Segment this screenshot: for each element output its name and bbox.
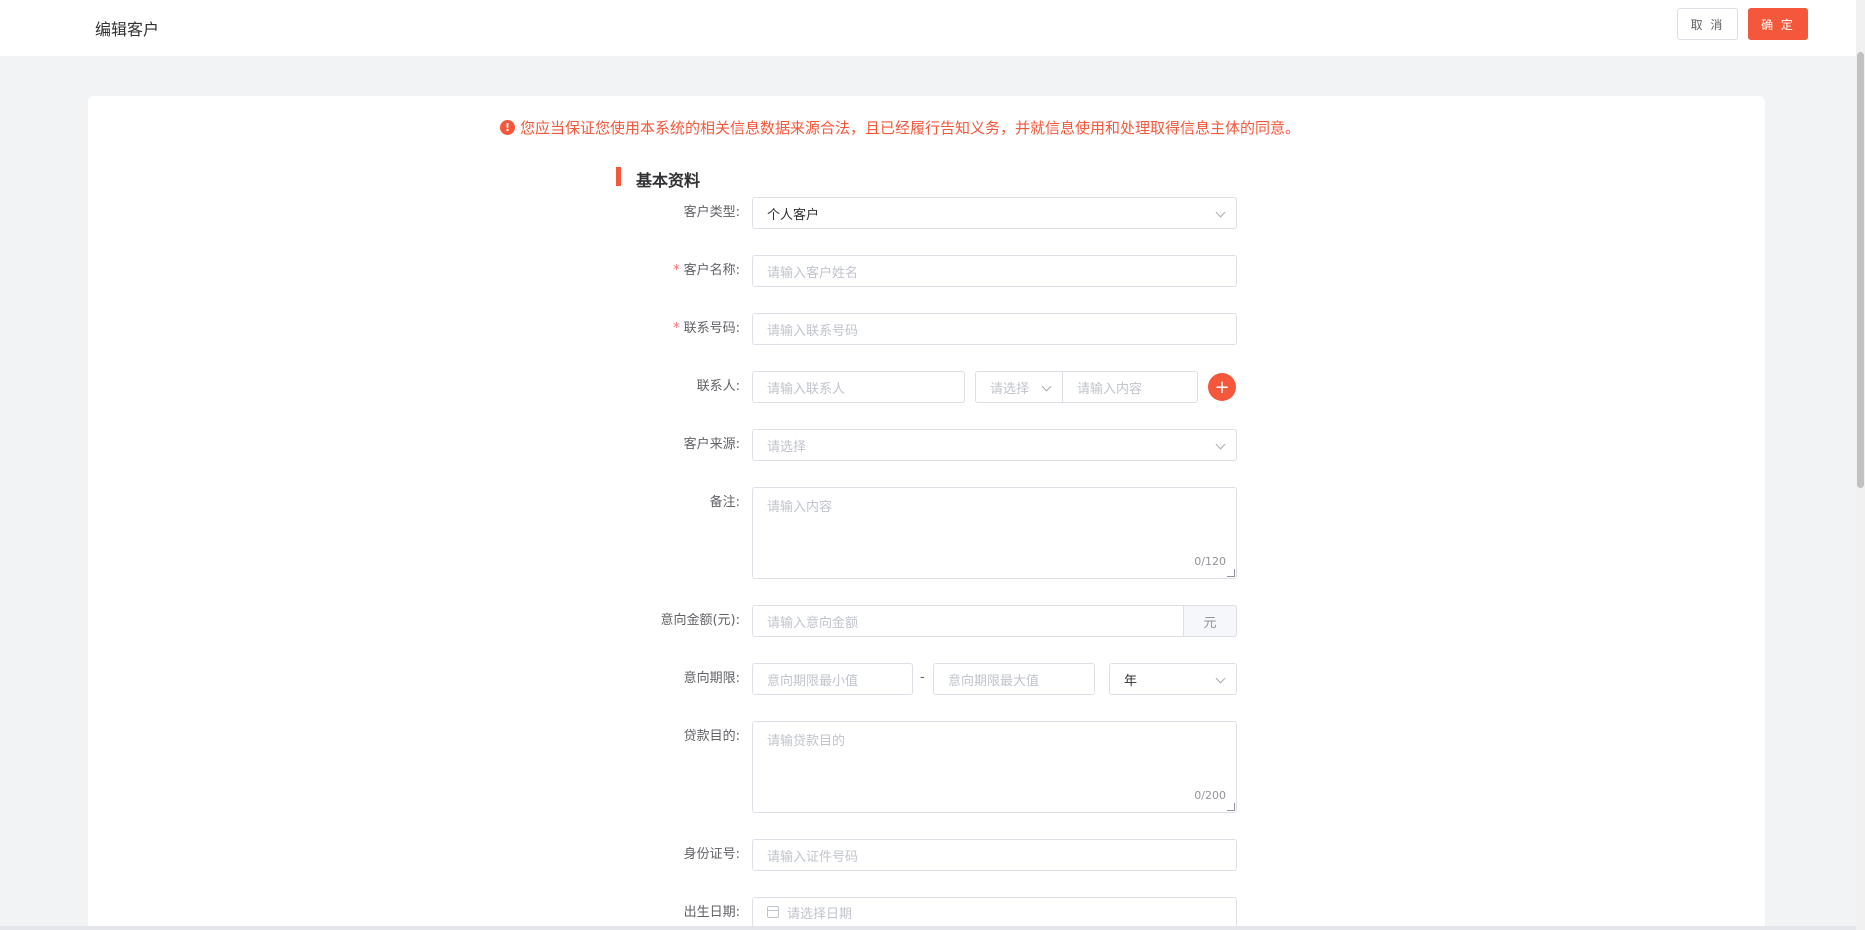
section-title: 基本资料 <box>636 171 701 190</box>
loan-purpose-textarea[interactable]: 请输贷款目的 0/200 <box>752 721 1237 813</box>
phone-label: * 联系号码: <box>673 321 740 336</box>
calendar-icon <box>767 906 779 918</box>
resize-handle-icon[interactable] <box>1227 569 1235 577</box>
contact-name-input[interactable]: 请输入联系人 <box>752 371 965 403</box>
notice-text: 您应当保证您使用本系统的相关信息数据来源合法，且已经履行告知义务，并就信息使用和… <box>520 118 1301 137</box>
confirm-button[interactable]: 确 定 <box>1748 8 1808 40</box>
contact-content-input[interactable]: 请输入内容 <box>1062 371 1198 403</box>
birth-date-label: 出生日期: <box>683 905 740 920</box>
plus-icon: + <box>1214 376 1230 398</box>
scrollbar[interactable] <box>1856 0 1865 930</box>
cancel-button[interactable]: 取 消 <box>1677 8 1738 40</box>
section-accent-bar <box>616 167 621 186</box>
chevron-down-icon <box>1215 207 1226 218</box>
remark-label: 备注: <box>709 495 740 510</box>
customer-type-value: 个人客户 <box>767 207 820 223</box>
contact-label: 联系人: <box>696 379 740 394</box>
term-unit-select[interactable]: 年 <box>1109 663 1237 695</box>
exclamation-circle-icon: ! <box>500 119 515 135</box>
amount-input[interactable]: 请输入意向金额 <box>752 605 1184 637</box>
term-separator: - <box>920 670 925 685</box>
term-label: 意向期限: <box>683 671 740 686</box>
birth-date-picker[interactable]: 请选择日期 <box>752 897 1237 926</box>
term-max-input[interactable]: 意向期限最大值 <box>933 663 1095 695</box>
add-contact-button[interactable]: + <box>1208 373 1236 401</box>
amount-unit: 元 <box>1183 605 1237 637</box>
scrollbar-thumb[interactable] <box>1857 52 1864 488</box>
amount-label: 意向金额(元): <box>660 613 740 628</box>
id-number-input[interactable]: 请输入证件号码 <box>752 839 1237 871</box>
customer-name-label: * 客户名称: <box>673 263 740 278</box>
term-min-input[interactable]: 意向期限最小值 <box>752 663 913 695</box>
compliance-notice: ! 您应当保证您使用本系统的相关信息数据来源合法，且已经履行告知义务，并就信息使… <box>500 117 1300 137</box>
customer-type-select[interactable]: 个人客户 <box>752 197 1237 229</box>
source-select[interactable]: 请选择 <box>752 429 1237 461</box>
chevron-down-icon <box>1215 439 1226 450</box>
phone-input[interactable]: 请输入联系号码 <box>752 313 1237 345</box>
page-title: 编辑客户 <box>95 20 160 39</box>
chevron-down-icon <box>1215 673 1226 684</box>
phone-placeholder: 请输入联系号码 <box>767 323 859 339</box>
loan-purpose-counter: 0/200 <box>1194 789 1226 802</box>
remark-counter: 0/120 <box>1194 555 1226 568</box>
customer-type-label: 客户类型: <box>683 205 740 220</box>
resize-handle-icon[interactable] <box>1227 803 1235 811</box>
bottom-edge <box>0 926 1856 930</box>
remark-textarea[interactable]: 请输入内容 0/120 <box>752 487 1237 579</box>
loan-purpose-label: 贷款目的: <box>683 729 740 744</box>
source-label: 客户来源: <box>683 437 740 452</box>
contact-type-select[interactable]: 请选择 <box>975 371 1063 403</box>
id-number-label: 身份证号: <box>683 847 740 862</box>
chevron-down-icon <box>1041 381 1052 392</box>
customer-name-input[interactable]: 请输入客户姓名 <box>752 255 1237 287</box>
top-bar: 编辑客户 取 消 确 定 <box>0 0 1856 56</box>
customer-name-placeholder: 请输入客户姓名 <box>767 265 859 281</box>
